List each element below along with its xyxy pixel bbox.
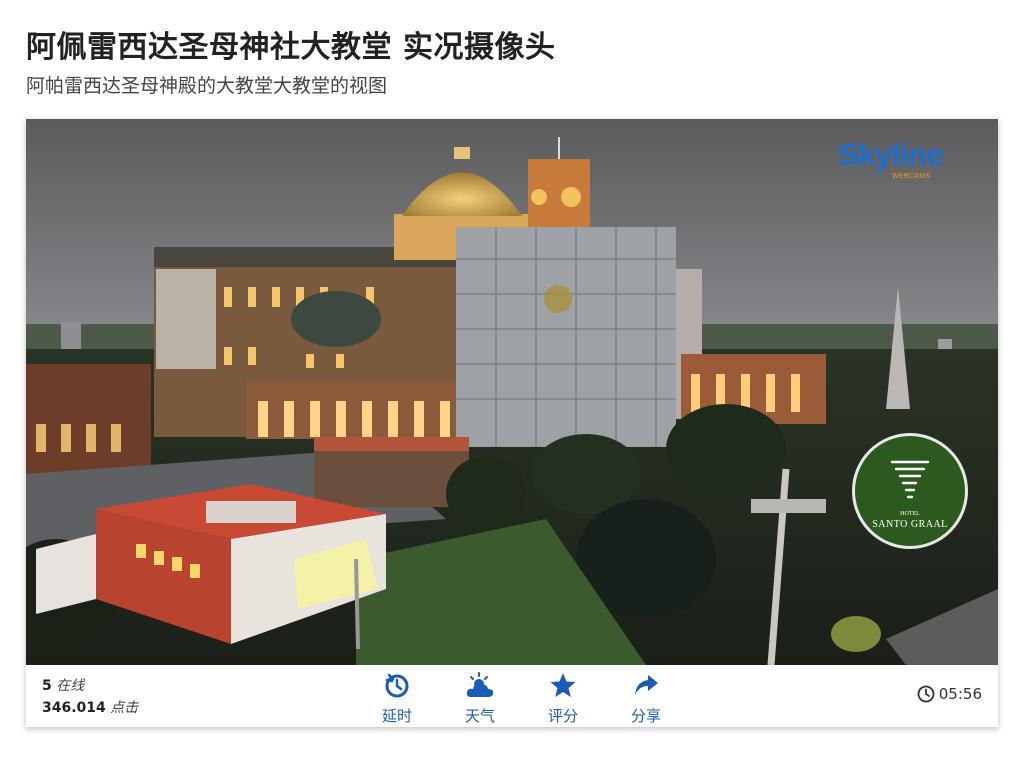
hotel-badge-label-small: HOTEL xyxy=(900,511,920,517)
weather-button[interactable]: 天气 xyxy=(450,671,510,726)
skyline-logo[interactable]: Skyline xyxy=(838,139,944,170)
hotel-santo-graal-badge[interactable]: HOTEL SANTO GRAAL xyxy=(852,433,968,549)
player-control-bar: 5 在线 346.014 点击 延时 天气 评分 分享 05:56 xyxy=(26,665,998,727)
views-count: 346.014 xyxy=(42,700,106,716)
online-count: 5 xyxy=(42,678,52,694)
weather-icon xyxy=(466,672,494,697)
share-button[interactable]: 分享 xyxy=(616,671,676,726)
views-label: 点击 xyxy=(110,700,139,716)
timelapse-label: 延时 xyxy=(381,707,412,725)
tornado-icon xyxy=(890,460,930,499)
views-stat: 346.014 点击 xyxy=(42,697,138,719)
timelapse-icon xyxy=(385,673,409,698)
clock-time: 05:56 xyxy=(938,685,982,703)
video-frame[interactable]: Skyline WEBCAMS HOTEL SANTO GRAAL xyxy=(26,119,998,665)
page-subtitle: 阿帕雷西达圣母神殿的大教堂大教堂的视图 xyxy=(26,75,388,97)
timelapse-button[interactable]: 延时 xyxy=(367,671,427,726)
star-icon xyxy=(550,673,576,697)
share-icon xyxy=(635,675,658,695)
online-stat: 5 在线 xyxy=(42,675,138,697)
video-clock: 05:56 xyxy=(917,685,982,703)
hotel-badge-name: SANTO GRAAL xyxy=(872,519,948,530)
page-title: 阿佩雷西达圣母神社大教堂 实况摄像头 xyxy=(26,30,556,65)
share-label: 分享 xyxy=(630,707,661,725)
viewer-stats: 5 在线 346.014 点击 xyxy=(42,675,138,719)
webcam-scene-image xyxy=(26,119,998,665)
webcam-player: Skyline WEBCAMS HOTEL SANTO GRAAL 5 在线 3… xyxy=(26,119,998,727)
clock-icon xyxy=(917,685,935,703)
rating-button[interactable]: 评分 xyxy=(533,671,593,726)
skyline-logo-tagline: WEBCAMS xyxy=(892,173,931,180)
weather-label: 天气 xyxy=(464,707,495,725)
online-label: 在线 xyxy=(56,678,85,694)
rating-label: 评分 xyxy=(547,707,578,725)
